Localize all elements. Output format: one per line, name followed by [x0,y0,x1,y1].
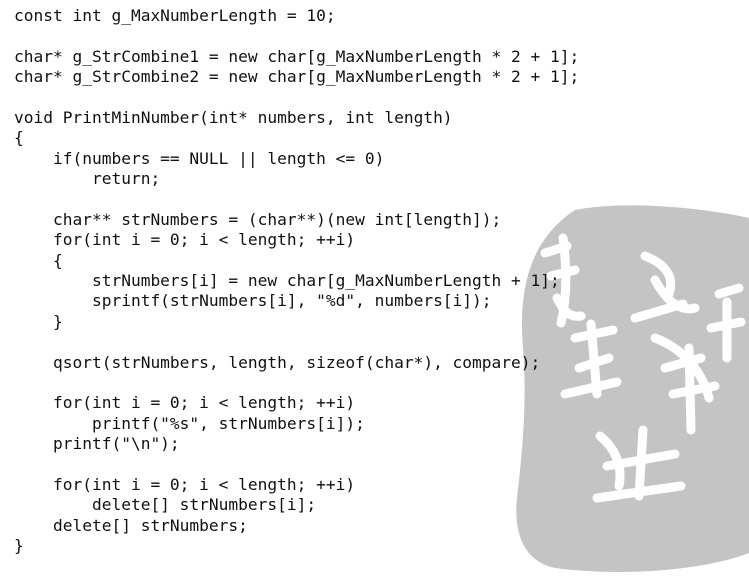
code-line: char* g_StrCombine2 = new char[g_MaxNumb… [14,67,580,87]
code-line: return; [14,169,161,189]
code-line: void PrintMinNumber(int* numbers, int le… [14,107,453,127]
code-line: for(int i = 0; i < length; ++i) [14,393,356,413]
code-line: if(numbers == NULL || length <= 0) [14,148,385,168]
code-line: { [14,128,24,148]
code-line: delete[] strNumbers; [14,515,248,535]
code-line: for(int i = 0; i < length; ++i) [14,230,356,250]
code-listing: const int g_MaxNumberLength = 10; char* g… [14,6,579,557]
code-line: } [14,536,24,556]
code-line: { [14,250,63,270]
code-line: char* g_StrCombine1 = new char[g_MaxNumb… [14,46,580,66]
code-line: strNumbers[i] = new char[g_MaxNumberLeng… [14,271,560,291]
code-line: const int g_MaxNumberLength = 10; [14,6,336,25]
code-line: delete[] strNumbers[i]; [14,495,317,515]
code-line: printf("\n"); [14,434,180,454]
code-line: printf("%s", strNumbers[i]); [14,413,365,433]
code-line: qsort(strNumbers, length, sizeof(char*),… [14,352,541,372]
code-line: for(int i = 0; i < length; ++i) [14,474,356,494]
code-line: char** strNumbers = (char**)(new int[len… [14,209,502,229]
scanned-page: const int g_MaxNumberLength = 10; char* g… [0,0,749,577]
code-line: sprintf(strNumbers[i], "%d", numbers[i])… [14,291,492,311]
code-line: } [14,311,63,331]
